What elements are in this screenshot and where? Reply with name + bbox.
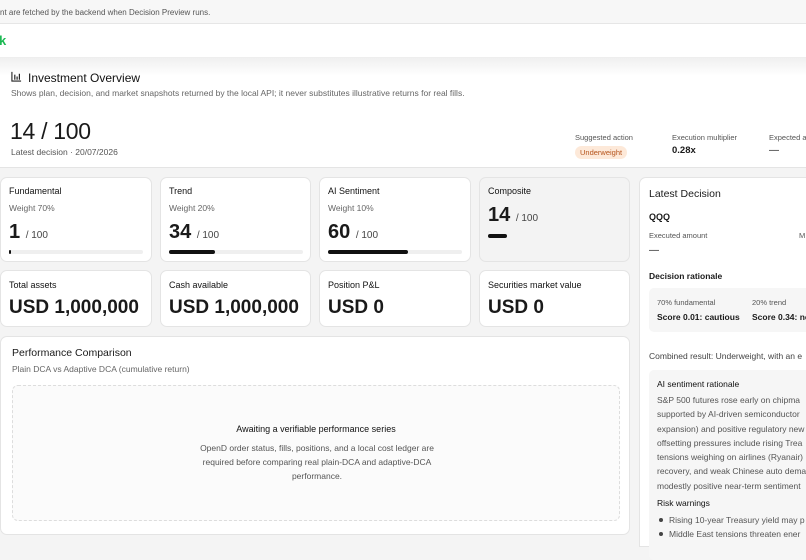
score-value: 34 / 100 — [169, 221, 220, 243]
score-bar — [9, 250, 143, 254]
placeholder-body: OpenD order status, fills, positions, an… — [200, 443, 434, 481]
overview-subtitle: Shows plan, decision, and market snapsho… — [11, 88, 465, 98]
ai-rationale-body: S&P 500 futures rose early on chipma sup… — [657, 393, 806, 493]
ai-rationale-title: AI sentiment rationale — [657, 379, 740, 389]
backend-notice-text: nt are fetched by the backend when Decis… — [0, 8, 211, 17]
score-label: Composite — [488, 186, 532, 196]
score-value: 60 / 100 — [328, 221, 379, 243]
ai-rationale-line: offsetting pressures include rising Trea — [657, 437, 803, 448]
stat-label: Total assets — [9, 280, 57, 290]
score-value: 1 / 100 — [9, 221, 48, 243]
score-label: AI Sentiment — [328, 186, 380, 196]
combined-result: Combined result: Underweight, with an e — [649, 351, 803, 361]
latest-decision-panel: Latest Decision QQQ Executed amount M — … — [639, 177, 806, 560]
performance-placeholder: Awaiting a verifiable performance series… — [12, 385, 620, 521]
brand-logo[interactable]: k — [0, 33, 6, 48]
score-weight: Weight 10% — [328, 203, 374, 213]
ai-rationale-line: S&P 500 futures rose early on chipma — [657, 395, 801, 405]
expected-amount-label: Expected a — [769, 133, 806, 142]
bar-chart-icon — [11, 71, 22, 82]
secondary-metric-label: M — [799, 231, 806, 240]
executed-amount-label: Executed amount — [649, 231, 708, 240]
score-bar — [328, 250, 462, 254]
brand-bar — [0, 24, 806, 58]
ai-rationale-line: expansion) and positive regulatory new — [657, 423, 805, 434]
stat-value: USD 1,000,000 — [169, 297, 299, 318]
placeholder-title: Awaiting a verifiable performance series — [236, 424, 396, 434]
stat-card-securities-value: Securities market value USD 0 — [479, 270, 630, 327]
stat-label: Position P&L — [328, 280, 380, 290]
ai-rationale-line: modestly positive near-term sentiment — [657, 480, 801, 491]
score-weight: Weight 20% — [169, 203, 215, 213]
backend-notice-bar: nt are fetched by the backend when Decis… — [0, 0, 806, 24]
fundamental-score: Score 0.01: cautious — [657, 312, 740, 322]
stat-card-position-pnl: Position P&L USD 0 — [319, 270, 471, 327]
score-value: 14 / 100 — [488, 204, 539, 226]
performance-title: Performance Comparison — [12, 347, 132, 359]
ai-rationale-line: supported by AI-driven semiconductor — [657, 409, 800, 420]
ai-sentiment-rationale: AI sentiment rationale S&P 500 futures r… — [649, 370, 806, 560]
latest-decision-date: Latest decision · 20/07/2026 — [11, 147, 118, 157]
expected-amount-value: — — [769, 145, 779, 156]
performance-comparison-card: Performance Comparison Plain DCA vs Adap… — [0, 336, 630, 535]
ticker-symbol: QQQ — [649, 212, 671, 222]
score-card-fundamental: Fundamental Weight 70% 1 / 100 — [0, 177, 152, 262]
executed-amount-value: — — [649, 245, 659, 256]
trend-score: Score 0.34: ne — [752, 312, 806, 322]
stat-value: USD 0 — [328, 297, 384, 318]
risk-warnings-title: Risk warnings — [657, 498, 710, 508]
stat-value: USD 0 — [488, 297, 544, 318]
stat-card-total-assets: Total assets USD 1,000,000 — [0, 270, 152, 327]
stat-label: Securities market value — [488, 280, 582, 290]
performance-subtitle: Plain DCA vs Adaptive DCA (cumulative re… — [12, 364, 190, 374]
stat-value: USD 1,000,000 — [9, 297, 139, 318]
overview-title: Investment Overview — [28, 71, 141, 85]
suggested-action-badge: Underweight — [575, 146, 628, 159]
decision-rationale-title: Decision rationale — [649, 271, 723, 281]
risk-item: Rising 10-year Treasury yield may p — [657, 513, 806, 527]
trend-weight-label: 20% trend — [752, 298, 787, 307]
latest-decision-title: Latest Decision — [649, 188, 721, 200]
score-bar — [488, 234, 622, 238]
score-bar — [169, 250, 303, 254]
fundamental-weight-label: 70% fundamental — [657, 298, 716, 307]
overview-score: 14 / 100 — [10, 118, 91, 144]
risk-item: Middle East tensions threaten ener — [657, 527, 806, 541]
execution-multiplier-value: 0.28x — [672, 145, 696, 156]
execution-multiplier-label: Execution multiplier — [672, 133, 738, 142]
score-label: Trend — [169, 186, 193, 196]
score-card-ai-sentiment: AI Sentiment Weight 10% 60 / 100 — [319, 177, 471, 262]
score-card-composite: Composite 14 / 100 — [479, 177, 630, 262]
rationale-breakdown: 70% fundamental Score 0.01: cautious 20%… — [649, 288, 806, 332]
ai-rationale-line: tensions weighing on airlines (Ryanair) — [657, 452, 803, 463]
stat-card-cash-available: Cash available USD 1,000,000 — [160, 270, 311, 327]
score-weight: Weight 70% — [9, 203, 55, 213]
stat-label: Cash available — [169, 280, 229, 290]
score-card-trend: Trend Weight 20% 34 / 100 — [160, 177, 311, 262]
score-label: Fundamental — [9, 186, 62, 196]
ai-rationale-line: recovery, and weak Chinese auto dema — [657, 466, 806, 477]
suggested-action-label: Suggested action — [575, 133, 633, 142]
